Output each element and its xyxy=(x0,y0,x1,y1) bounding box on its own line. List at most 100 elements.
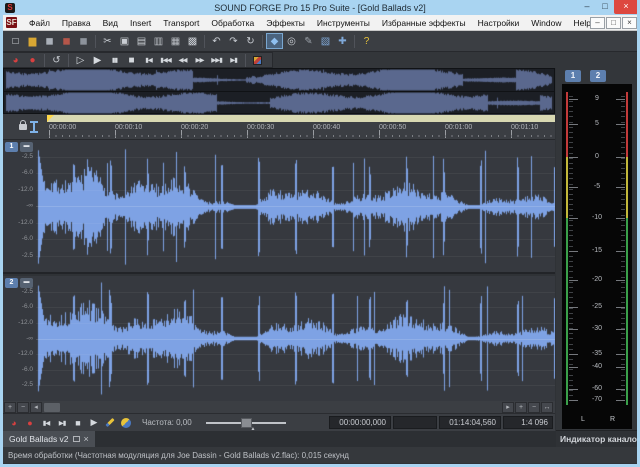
paste-special-icon[interactable]: ▥ xyxy=(150,33,167,49)
go-to-end-icon[interactable]: ▶▮ xyxy=(54,415,70,430)
new-file-icon[interactable]: □ xyxy=(7,33,24,49)
mdi-minimize-button[interactable]: – xyxy=(590,17,605,29)
scrollbar-thumb[interactable] xyxy=(44,403,60,412)
toolbar-separator xyxy=(204,35,205,48)
rewind-icon[interactable]: ◀◀ xyxy=(174,52,191,68)
previous-marker-icon[interactable]: ▮◀◀ xyxy=(157,52,174,68)
waveform-channel-2[interactable]: 2 ▬ -2.5-6.0-12.0-∞-12.0-6.0-2.5 xyxy=(3,276,555,401)
ruler-ticks-area[interactable]: 00:00:0000:00:1000:00:2000:00:3000:00:40… xyxy=(47,123,555,139)
close-button[interactable]: × xyxy=(614,0,638,14)
level-meter[interactable]: 950-5-10-15-20-25-30-35-40-60-70 L R xyxy=(562,84,632,429)
pause-icon[interactable]: ▮▮ xyxy=(106,52,123,68)
scroll-button[interactable]: + xyxy=(4,402,16,413)
scroll-button[interactable]: ▸ xyxy=(502,402,514,413)
lock-icon[interactable] xyxy=(19,124,27,130)
go-to-start-icon[interactable]: ▮◀ xyxy=(140,52,157,68)
mdi-close-button[interactable]: × xyxy=(622,17,637,29)
minimize-button[interactable]: – xyxy=(578,0,596,14)
play-all-icon[interactable]: ▷ xyxy=(72,52,89,68)
record-prepare-icon[interactable]: ◕ xyxy=(7,52,24,68)
menu-item-файл[interactable]: Файл xyxy=(23,15,56,31)
document-tab[interactable]: Gold Ballads v2 × xyxy=(3,431,95,447)
document-app-icon[interactable]: SF xyxy=(6,17,17,28)
magnify-tool-icon[interactable]: ◎ xyxy=(283,33,300,49)
menu-item-transport[interactable]: Transport xyxy=(157,15,205,31)
selection-tool-icon[interactable]: ▧ xyxy=(317,33,334,49)
stop-icon[interactable]: ■ xyxy=(70,415,86,430)
stop-icon[interactable]: ■ xyxy=(123,52,140,68)
waveform-canvas-1[interactable] xyxy=(36,140,555,274)
edit-cursor-icon[interactable] xyxy=(33,121,35,133)
menu-item-обработка[interactable]: Обработка xyxy=(205,15,260,31)
whats-this-help-icon[interactable]: ? xyxy=(358,33,375,49)
overview-waveform-right[interactable] xyxy=(4,92,554,114)
record-icon[interactable]: ● xyxy=(22,415,38,430)
save-all-icon[interactable]: ◼ xyxy=(75,33,92,49)
open-folder-icon[interactable]: ▆ xyxy=(24,33,41,49)
menu-item-window[interactable]: Window xyxy=(525,15,567,31)
scroll-button[interactable]: ◂ xyxy=(30,402,42,413)
mdi-restore-button[interactable]: □ xyxy=(606,17,621,29)
scroll-button[interactable]: − xyxy=(17,402,29,413)
meter-channel-button-1[interactable]: 1 xyxy=(565,70,581,82)
plugin-chain-icon[interactable] xyxy=(249,52,266,68)
menu-item-правка[interactable]: Правка xyxy=(56,15,97,31)
play-icon[interactable]: ▶ xyxy=(86,415,102,430)
tab-close-icon[interactable]: × xyxy=(84,435,89,443)
menu-item-избранные-эффекты[interactable]: Избранные эффекты xyxy=(376,15,472,31)
channel-1-chip[interactable]: 1 xyxy=(5,142,18,152)
scrollbar-track[interactable] xyxy=(60,403,501,412)
undo-icon[interactable]: ↶ xyxy=(208,33,225,49)
copy-icon[interactable]: ▣ xyxy=(116,33,133,49)
scroll-button[interactable]: − xyxy=(528,402,540,413)
scroll-button[interactable]: + xyxy=(515,402,527,413)
maximize-button[interactable]: □ xyxy=(596,0,614,14)
record-icon[interactable]: ● xyxy=(24,52,41,68)
time-position-display[interactable]: 00:00:00,000 xyxy=(329,416,391,429)
time-selection-display[interactable] xyxy=(393,416,437,429)
scrub-icon[interactable] xyxy=(118,415,134,430)
save-as-icon[interactable]: ◼ xyxy=(58,33,75,49)
redo-icon[interactable]: ↷ xyxy=(225,33,242,49)
paste-icon[interactable]: ▤ xyxy=(133,33,150,49)
zoom-ratio-display[interactable]: 1:4 096 xyxy=(503,416,553,429)
scroll-button[interactable]: ↔ xyxy=(541,402,553,413)
next-marker-icon[interactable]: ▶▶▮ xyxy=(208,52,225,68)
meter-channel-button-2[interactable]: 2 xyxy=(590,70,606,82)
go-to-end-icon[interactable]: ▶▮ xyxy=(225,52,242,68)
loop-region-bar[interactable] xyxy=(47,115,555,122)
record-prepare-icon[interactable]: ◕ xyxy=(6,415,22,430)
channel-2-chip[interactable]: 2 xyxy=(5,278,18,288)
channel-2-minimize-button[interactable]: ▬ xyxy=(20,278,33,288)
loop-start-marker[interactable] xyxy=(47,115,54,122)
tab-float-icon[interactable] xyxy=(73,436,80,442)
go-to-start-icon[interactable]: ▮◀ xyxy=(38,415,54,430)
titlebar[interactable]: S SOUND FORGE Pro 15 Pro Suite - [Gold B… xyxy=(0,0,640,15)
time-end-display[interactable]: 01:14:04,560 xyxy=(439,416,501,429)
menu-item-настройки[interactable]: Настройки xyxy=(472,15,526,31)
repeat-icon[interactable]: ↻ xyxy=(242,33,259,49)
menu-item-insert[interactable]: Insert xyxy=(124,15,157,31)
waveform-channel-1[interactable]: 1 ▬ -2.5-6.0-12.0-∞-12.0-6.0-2.5 xyxy=(3,140,555,274)
cut-icon[interactable]: ✂ xyxy=(99,33,116,49)
pan-tool-icon[interactable]: ✚ xyxy=(334,33,351,49)
trim-crop-icon[interactable]: ▩ xyxy=(184,33,201,49)
db-grid-line xyxy=(36,239,555,240)
menu-item-вид[interactable]: Вид xyxy=(97,15,124,31)
menu-item-инструменты[interactable]: Инструменты xyxy=(311,15,376,31)
paste-mix-icon[interactable]: ▦ xyxy=(167,33,184,49)
loop-playback-icon[interactable]: ↺ xyxy=(48,52,65,68)
pencil-tool-icon[interactable]: ✎ xyxy=(300,33,317,49)
overview-waveform-left[interactable] xyxy=(4,69,554,91)
edit-pencil-icon[interactable] xyxy=(102,415,118,430)
meter-panel-title[interactable]: Индикатор каналов xyxy=(556,430,640,447)
edit-tool-icon[interactable]: ◆ xyxy=(266,33,283,49)
frequency-slider[interactable]: ▲ xyxy=(206,416,286,430)
fast-forward-icon[interactable]: ▶▶ xyxy=(191,52,208,68)
save-icon[interactable]: ◼ xyxy=(41,33,58,49)
menu-item-эффекты[interactable]: Эффекты xyxy=(260,15,311,31)
channel-1-minimize-button[interactable]: ▬ xyxy=(20,142,33,152)
overview-waveform[interactable] xyxy=(3,68,555,114)
play-icon[interactable]: ▶ xyxy=(89,52,106,68)
time-ruler[interactable]: 00:00:0000:00:1000:00:2000:00:3000:00:40… xyxy=(3,114,555,140)
